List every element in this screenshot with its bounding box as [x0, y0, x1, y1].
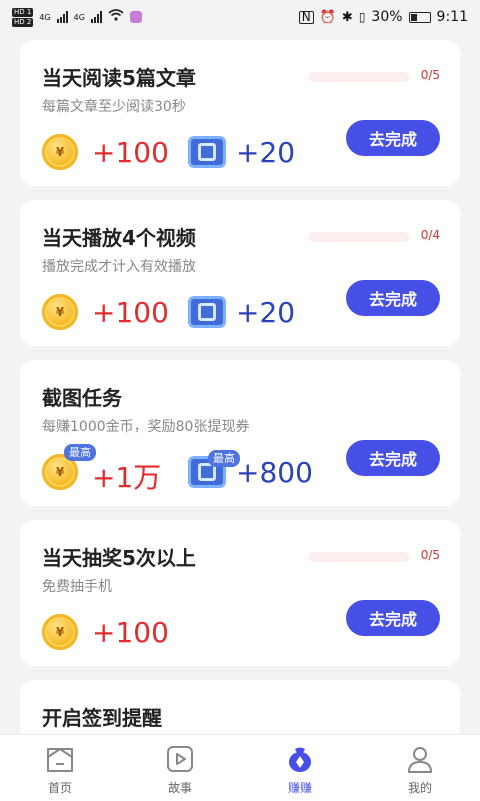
hd2-badge: HD 2	[12, 17, 34, 27]
ticket-reward: +20	[236, 136, 296, 169]
bluetooth-icon: ✱	[341, 9, 353, 25]
ticket-reward: +20	[236, 296, 296, 329]
nav-label: 故事	[167, 781, 192, 795]
task-card-play-videos: 当天播放4个视频 播放完成才计入有效播放 0/4 ¥ +100 +20 去完成	[20, 200, 460, 346]
task-title: 开启签到提醒	[42, 706, 162, 730]
status-bar: HD 1 HD 2 4G 4G N ⏰ ✱ ▯ 30% 9:11	[0, 0, 480, 34]
nav-item-home[interactable]: 首页	[20, 735, 100, 796]
wifi-icon	[108, 9, 124, 25]
nfc-icon: N	[298, 10, 314, 24]
battery-icon	[408, 11, 431, 23]
status-left: HD 1 HD 2 4G 4G	[12, 7, 142, 27]
task-subtitle: 免费抽手机	[42, 579, 112, 595]
status-right: N ⏰ ✱ ▯ 30% 9:11	[298, 9, 468, 25]
task-progress-text: 0/5	[420, 548, 440, 562]
network-type-2: 4G	[73, 12, 85, 22]
go-complete-button[interactable]: 去完成	[346, 440, 440, 476]
battery-percent: 30%	[371, 9, 403, 25]
coin-reward: +100	[92, 296, 169, 329]
clock: 9:11	[436, 9, 468, 25]
task-progress-bar	[308, 72, 410, 82]
home-icon	[44, 743, 76, 775]
task-subtitle: 播放完成才计入有效播放	[42, 259, 196, 275]
bottom-nav: 首页 故事 赚赚 我的	[0, 734, 480, 801]
task-card-lottery: 当天抽奖5次以上 免费抽手机 0/5 ¥ +100 去完成	[20, 520, 460, 666]
task-progress-bar	[308, 232, 410, 242]
ticket-icon	[188, 136, 226, 168]
profile-icon	[404, 743, 436, 775]
go-complete-button[interactable]: 去完成	[346, 600, 440, 636]
nav-item-earn[interactable]: 赚赚	[260, 735, 340, 796]
task-card-read-articles: 当天阅读5篇文章 每篇文章至少阅读30秒 0/5 ¥ +100 +20 去完成	[20, 40, 460, 186]
alarm-icon: ⏰	[319, 9, 336, 25]
task-progress-text: 0/5	[420, 68, 440, 82]
nav-item-me[interactable]: 我的	[380, 735, 460, 796]
coin-icon: ¥	[42, 614, 78, 650]
go-complete-button[interactable]: 去完成	[346, 120, 440, 156]
task-progress-bar	[308, 552, 410, 562]
task-title: 截图任务	[42, 386, 122, 410]
ticket-reward: +800	[236, 456, 313, 489]
coin-reward: +100	[92, 616, 169, 649]
coin-icon: ¥	[42, 294, 78, 330]
coin-reward: +1万	[92, 461, 162, 494]
signal-icon-2	[90, 11, 102, 23]
coin-icon: ¥	[42, 134, 78, 170]
ticket-icon	[188, 296, 226, 328]
play-icon	[164, 743, 196, 775]
hd1-badge: HD 1	[12, 7, 34, 17]
nav-label: 我的	[407, 781, 432, 795]
task-subtitle: 每篇文章至少阅读30秒	[42, 99, 186, 115]
task-subtitle: 每赚1000金币，奖励80张提现券	[42, 419, 250, 435]
signal-icon	[56, 11, 68, 23]
app-notification-icon	[129, 11, 142, 23]
hd-indicators: HD 1 HD 2	[12, 7, 34, 27]
task-title: 当天播放4个视频	[42, 226, 196, 250]
nav-label: 首页	[47, 781, 72, 795]
task-title: 当天抽奖5次以上	[42, 546, 196, 570]
coin-reward: +100	[92, 136, 169, 169]
task-progress-text: 0/4	[420, 228, 440, 242]
network-type-1: 4G	[39, 12, 51, 22]
vibrate-icon: ▯	[358, 10, 366, 24]
nav-item-story[interactable]: 故事	[140, 735, 220, 796]
money-bag-icon	[284, 743, 316, 775]
task-title: 当天阅读5篇文章	[42, 66, 196, 90]
nav-label: 赚赚	[287, 781, 312, 795]
task-card-screenshot: 截图任务 每赚1000金币，奖励80张提现券 ¥ 最高 +1万 最高 +800 …	[20, 360, 460, 506]
go-complete-button[interactable]: 去完成	[346, 280, 440, 316]
